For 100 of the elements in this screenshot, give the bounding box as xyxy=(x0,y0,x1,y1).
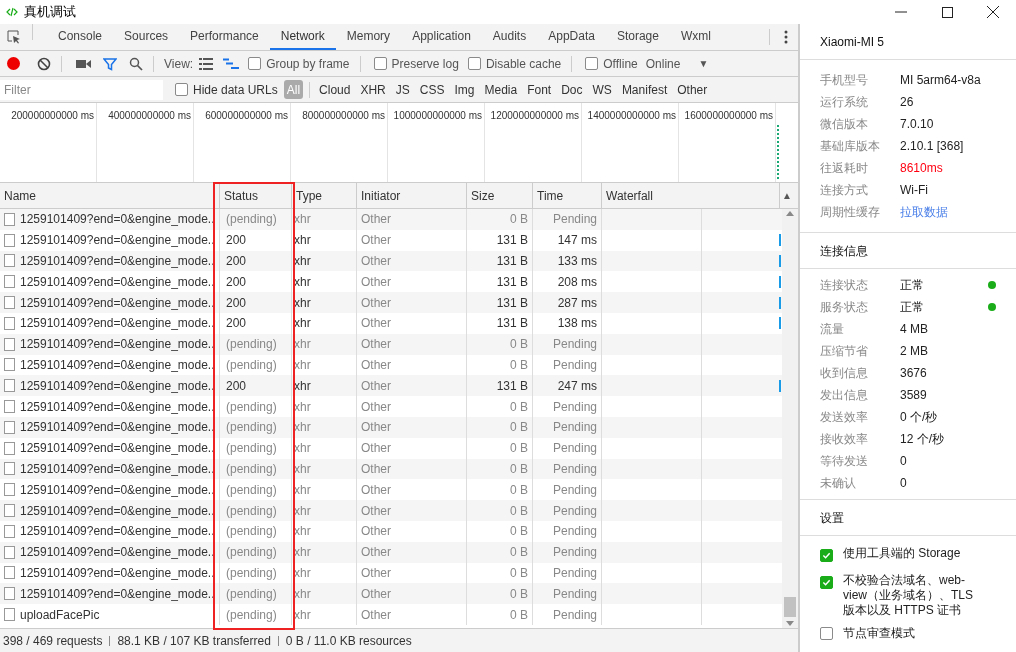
size-text: 0 B xyxy=(510,356,528,374)
initiator-text: Other xyxy=(361,502,391,520)
request-name[interactable]: 1259101409?end=0&engine_mode.. xyxy=(20,584,215,603)
type-filter[interactable]: CSS xyxy=(416,80,448,99)
column-header[interactable]: Type xyxy=(292,183,357,208)
check-icon xyxy=(822,551,831,560)
type-filter[interactable]: WS xyxy=(589,80,615,99)
time-text: 208 ms xyxy=(557,273,597,291)
info-label: 连接方式 xyxy=(820,182,869,199)
checkbox[interactable] xyxy=(585,57,599,70)
camera-icon[interactable] xyxy=(76,58,91,69)
info-label: 发送效率 xyxy=(820,409,869,426)
devtools-tab[interactable]: Audits xyxy=(481,24,538,50)
column-header[interactable]: Waterfall xyxy=(602,183,780,208)
request-name[interactable]: 1259101409?end=0&engine_mode.. xyxy=(20,231,215,250)
setting-label: 使用工具端的 Storage xyxy=(843,546,962,561)
info-label: 基础库版本 xyxy=(820,138,881,155)
column-header[interactable]: Size xyxy=(467,183,533,208)
info-label: 接收效率 xyxy=(820,431,869,448)
request-name[interactable]: 1259101409?end=0&engine_mode.. xyxy=(20,501,215,520)
info-value: 2 MB xyxy=(900,343,928,360)
list-view-icon[interactable] xyxy=(199,57,214,70)
checkbox[interactable] xyxy=(820,576,833,589)
request-name[interactable]: 1259101409?end=0&engine_mode.. xyxy=(20,335,215,354)
request-name[interactable]: 1259101409?end=0&engine_mode.. xyxy=(20,397,215,416)
request-name[interactable]: 1259101409?end=0&engine_mode.. xyxy=(20,522,215,541)
devtools-tab[interactable]: Storage xyxy=(605,24,670,50)
devtools-tab[interactable]: AppData xyxy=(537,24,606,50)
search-icon[interactable] xyxy=(129,56,143,71)
type-text: xhr xyxy=(294,481,311,499)
option-label: Preserve log xyxy=(391,55,459,73)
timeline-tick: 600000000000 ms xyxy=(205,110,288,121)
checkbox[interactable] xyxy=(820,627,833,640)
request-name[interactable]: 1259101409?end=0&engine_mode.. xyxy=(20,480,215,499)
devtools-tab[interactable]: Application xyxy=(401,24,482,50)
scrollbar[interactable] xyxy=(782,209,798,628)
maximize-icon[interactable] xyxy=(941,6,953,18)
checkbox[interactable] xyxy=(373,57,387,70)
type-text: xhr xyxy=(294,315,311,333)
size-text: 131 B xyxy=(496,253,528,270)
info-value: 7.0.10 xyxy=(900,116,934,133)
checkbox[interactable] xyxy=(467,57,481,70)
setting-label: 不校验合法域名、web-view（业务域名）、TLS 版本以及 HTTPS 证书 xyxy=(843,573,974,618)
checkbox[interactable] xyxy=(248,57,262,70)
option-label: Offline xyxy=(603,55,638,73)
clear-icon[interactable] xyxy=(37,56,51,71)
type-filter[interactable]: Media xyxy=(481,80,521,99)
info-value: 26 xyxy=(900,94,914,111)
file-icon xyxy=(4,254,15,268)
request-name[interactable]: 1259101409?end=0&engine_mode.. xyxy=(20,439,215,458)
info-label: 服务状态 xyxy=(820,299,869,316)
checkbox[interactable] xyxy=(820,549,833,562)
devtools-tab[interactable]: Performance xyxy=(179,24,270,50)
type-filter[interactable]: Other xyxy=(674,80,711,99)
request-name[interactable]: 1259101409?end=0&engine_mode.. xyxy=(20,355,215,374)
type-filter[interactable]: Font xyxy=(524,80,555,99)
request-name[interactable]: 1259101409?end=0&engine_mode.. xyxy=(20,272,215,291)
type-filter[interactable]: Cloud xyxy=(316,80,354,99)
code-icon xyxy=(6,7,18,17)
type-filter[interactable]: Img xyxy=(451,80,478,99)
time-text: Pending xyxy=(552,606,597,624)
info-label: 往返耗时 xyxy=(820,160,869,177)
waterfall-view-icon[interactable] xyxy=(223,57,240,70)
request-name[interactable]: 1259101409?end=0&engine_mode.. xyxy=(20,210,215,229)
request-name[interactable]: 1259101409?end=0&engine_mode.. xyxy=(20,314,215,333)
request-name[interactable]: 1259101409?end=0&engine_mode.. xyxy=(20,543,215,562)
type-filter[interactable]: Manifest xyxy=(618,80,671,99)
sort-arrow[interactable]: ▲ xyxy=(782,188,792,203)
record-button[interactable] xyxy=(5,55,21,72)
column-header[interactable]: Initiator xyxy=(357,183,467,208)
request-name[interactable]: uploadFacePic xyxy=(20,605,100,624)
type-filter[interactable]: XHR xyxy=(357,80,389,99)
status-text: (pending) xyxy=(226,502,277,520)
inspect-icon[interactable] xyxy=(7,30,21,44)
throttle-dropdown[interactable]: Online ▼ xyxy=(645,54,709,73)
request-name[interactable]: 1259101409?end=0&engine_mode.. xyxy=(20,293,215,312)
devtools-tab[interactable]: Console xyxy=(47,24,114,50)
type-filter[interactable]: Doc xyxy=(558,80,586,99)
column-header[interactable]: Name xyxy=(0,183,220,208)
request-name[interactable]: 1259101409?end=0&engine_mode.. xyxy=(20,252,215,270)
request-name[interactable]: 1259101409?end=0&engine_mode.. xyxy=(20,418,215,437)
status-text: (pending) xyxy=(226,606,277,624)
request-name[interactable]: 1259101409?end=0&engine_mode.. xyxy=(20,563,215,582)
initiator-text: Other xyxy=(361,440,391,458)
devtools-tab[interactable]: Memory xyxy=(335,24,402,50)
type-filter[interactable]: JS xyxy=(392,80,413,99)
devtools-tab[interactable]: Sources xyxy=(113,24,180,50)
column-header[interactable]: Status xyxy=(220,183,292,208)
filter-field[interactable]: Filter xyxy=(0,79,163,100)
more-icon[interactable] xyxy=(784,30,788,44)
size-text: 131 B xyxy=(496,294,528,312)
filter-icon[interactable] xyxy=(103,56,117,71)
column-header[interactable]: Time xyxy=(533,183,602,208)
checkbox[interactable] xyxy=(175,83,188,96)
request-name[interactable]: 1259101409?end=0&engine_mode.. xyxy=(20,376,215,395)
close-icon[interactable] xyxy=(987,6,999,18)
request-name[interactable]: 1259101409?end=0&engine_mode.. xyxy=(20,459,215,478)
pull-data-link[interactable]: 拉取数据 xyxy=(900,203,948,221)
type-text: xhr xyxy=(294,232,311,250)
devtools-tab[interactable]: Wxml xyxy=(669,24,722,50)
